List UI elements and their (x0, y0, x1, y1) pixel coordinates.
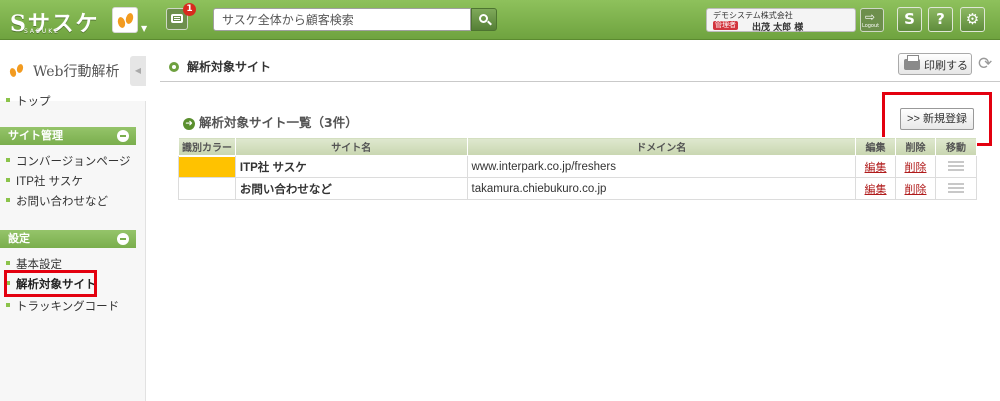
chat-lines-icon (174, 17, 180, 18)
sidebar-item-tracking-code[interactable]: トラッキングコード (6, 298, 119, 314)
section-label: 設定 (8, 233, 30, 245)
drag-handle-icon[interactable] (947, 183, 964, 194)
drag-handle-icon[interactable] (947, 161, 964, 172)
sasuke-home-button[interactable]: S (897, 7, 922, 32)
table-row: お問い合わせなど takamura.chiebukuro.co.jp 編集 削除 (178, 177, 978, 200)
column-header: ドメイン名 (466, 137, 857, 156)
list-title: ➜ 解析対象サイト一覧（3件） (183, 112, 358, 131)
notification-badge: 1 (183, 3, 196, 16)
bullet-icon (169, 62, 179, 72)
sites-table: 識別カラー サイト名 ドメイン名 編集 削除 移動 ITP社 サスケ www.in… (178, 137, 978, 200)
column-header: 編集 (855, 137, 897, 156)
search-button[interactable] (471, 8, 497, 31)
dropdown-arrow-icon: ▼ (141, 24, 148, 33)
delete-cell: 削除 (895, 177, 936, 200)
column-header: 移動 (934, 137, 978, 156)
edit-cell: 編集 (855, 155, 897, 178)
logout-button[interactable]: ⇨ Logout (860, 8, 884, 32)
delete-link[interactable]: 削除 (905, 162, 927, 174)
chat-bubble-icon (171, 14, 183, 23)
user-info[interactable]: デモシステム株式会社 管理者 出茂 太郎 様 (706, 8, 856, 33)
section-label: サイト管理 (8, 130, 63, 142)
collapse-minus-icon[interactable] (117, 130, 129, 142)
section-site-management[interactable]: サイト管理 (0, 127, 136, 145)
edit-link[interactable]: 編集 (865, 162, 887, 174)
collapse-minus-icon[interactable] (117, 233, 129, 245)
sidebar-header: Web行動解析 ◀ (0, 41, 146, 101)
color-swatch-fill (179, 178, 235, 199)
help-button[interactable]: ? (928, 7, 953, 32)
page-header: 解析対象サイト 印刷する ⟳ (160, 52, 1000, 82)
notification-button[interactable]: 1 (166, 3, 196, 30)
sidebar-item-contact[interactable]: お問い合わせなど (6, 193, 108, 209)
section-settings[interactable]: 設定 (0, 230, 136, 248)
edit-link[interactable]: 編集 (865, 184, 887, 196)
printer-icon (904, 55, 920, 70)
arrow-right-icon: ➜ (183, 118, 195, 130)
logout-icon: ⇨ (865, 10, 876, 24)
table-header-row: 識別カラー サイト名 ドメイン名 編集 削除 移動 (178, 137, 978, 156)
footprint-icon (124, 12, 135, 25)
refresh-icon[interactable]: ⟳ (978, 55, 996, 73)
sidebar-item-top[interactable]: トップ (6, 93, 51, 109)
settings-gear-icon[interactable]: ⚙ (960, 7, 985, 32)
sidebar: Web行動解析 ◀ トップ サイト管理 コンバージョンページ ITP社 サスケ … (0, 41, 146, 401)
sidebar-title: Web行動解析 (33, 64, 120, 80)
print-button[interactable]: 印刷する (898, 53, 972, 75)
customer-search-input[interactable] (213, 8, 471, 31)
site-name: お問い合わせなど (234, 177, 468, 200)
list-title-text: 解析対象サイト一覧（3件） (199, 115, 358, 130)
column-header: 削除 (895, 137, 936, 156)
user-name: 出茂 太郎 様 (752, 23, 804, 33)
search-icon-handle (487, 20, 492, 26)
page-title: 解析対象サイト (187, 60, 272, 74)
logo-subtext: SASUKE (24, 28, 60, 35)
color-swatch (178, 155, 236, 178)
column-header: 識別カラー (178, 137, 236, 156)
sasuke-logo[interactable]: Sサスケ SASUKE (10, 6, 99, 37)
highlight-box (4, 270, 97, 297)
sidebar-item-itp-sasuke[interactable]: ITP社 サスケ (6, 173, 83, 189)
edit-cell: 編集 (855, 177, 897, 200)
color-swatch (178, 177, 236, 200)
logout-label: Logout (862, 23, 880, 29)
column-header: サイト名 (234, 137, 468, 156)
domain-name: takamura.chiebukuro.co.jp (466, 177, 857, 200)
move-cell (934, 155, 978, 178)
collapse-sidebar-button[interactable]: ◀ (130, 56, 146, 86)
sidebar-item-conversion-page[interactable]: コンバージョンページ (6, 153, 131, 169)
domain-name: www.interpark.co.jp/freshers (466, 155, 857, 178)
site-name: ITP社 サスケ (234, 155, 468, 178)
color-swatch-fill (179, 156, 235, 177)
top-bar: Sサスケ SASUKE ▼ 1 デモシステム株式会社 管理者 出茂 太郎 様 ⇨… (0, 0, 1000, 40)
footprint-menu-button[interactable]: ▼ (112, 7, 147, 33)
role-badge: 管理者 (713, 21, 738, 30)
print-label: 印刷する (924, 59, 968, 72)
move-cell (934, 177, 978, 200)
table-row: ITP社 サスケ www.interpark.co.jp/freshers 編集 削除 (178, 155, 978, 178)
delete-cell: 削除 (895, 155, 936, 178)
delete-link[interactable]: 削除 (905, 184, 927, 196)
